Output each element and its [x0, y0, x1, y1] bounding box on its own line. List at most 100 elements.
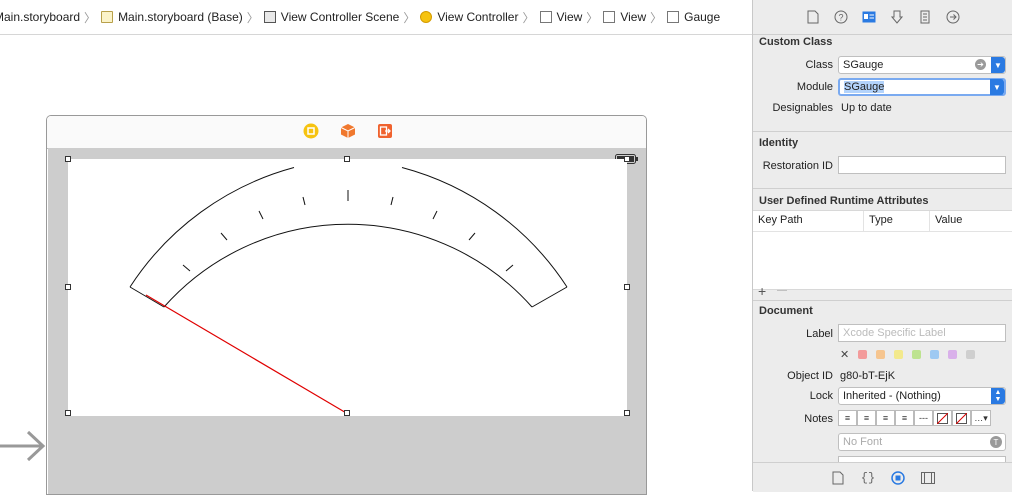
file-template-icon[interactable]: [830, 470, 846, 486]
background-color-icon[interactable]: [952, 410, 971, 426]
module-label: Module: [796, 81, 833, 93]
size-icon[interactable]: [917, 9, 933, 25]
align-left-icon[interactable]: ≡: [838, 410, 857, 426]
gauge-outer-arc-right: [401, 167, 568, 288]
class-combo-box[interactable]: SGauge ➔ ▼: [838, 56, 1006, 74]
chevron-right-icon: 〉: [403, 10, 416, 25]
gauge-needle: [145, 294, 349, 415]
breadcrumb-label: View Controller Scene: [280, 10, 400, 24]
custom-class-title: Custom Class: [759, 36, 833, 48]
font-field[interactable]: No Font T: [838, 433, 1006, 451]
module-combo-box[interactable]: SGauge ▼: [838, 78, 1006, 96]
file-icon[interactable]: [805, 9, 821, 25]
designables-label: Designables: [772, 102, 833, 114]
add-attribute-button[interactable]: +: [758, 283, 766, 299]
lock-label: Lock: [809, 390, 833, 402]
breadcrumb-item-view[interactable]: View: [539, 10, 583, 24]
divider: [753, 131, 1012, 132]
media-icon[interactable]: [920, 470, 936, 486]
align-right-icon[interactable]: ≡: [876, 410, 895, 426]
storyboard-doc-icon: [101, 11, 114, 23]
gauge-right-cap: [531, 286, 568, 308]
inspector-tabs: ?: [753, 0, 1012, 35]
swatch-blue[interactable]: [930, 350, 940, 359]
align-center-icon[interactable]: ≡: [857, 410, 876, 426]
more-options-icon[interactable]: …▾: [971, 410, 991, 426]
resize-handle-left[interactable]: [65, 284, 71, 290]
svg-text:?: ?: [838, 13, 843, 23]
align-justify-icon[interactable]: ≡: [895, 410, 914, 426]
connections-icon[interactable]: [945, 9, 961, 25]
chevron-down-icon[interactable]: ▼: [991, 57, 1005, 73]
gauge-drawing: [129, 167, 568, 415]
breadcrumb-item-storyboard[interactable]: Main.storyboard: [0, 10, 80, 24]
runtime-attributes-table[interactable]: Key Path Type Value: [753, 210, 1012, 290]
swatch-gray[interactable]: [966, 350, 976, 359]
breadcrumb-item-storyboard-base[interactable]: Main.storyboard (Base): [101, 10, 243, 24]
swatch-green[interactable]: [912, 350, 922, 359]
braces-icon[interactable]: {}: [860, 470, 876, 486]
chevron-updown-icon[interactable]: ▲ ▼: [991, 388, 1005, 404]
object-icon[interactable]: [890, 470, 906, 486]
label-color-swatches: ✕: [840, 348, 976, 361]
gauge-view[interactable]: [68, 159, 627, 416]
module-field-value: SGauge: [844, 81, 885, 93]
divider: [753, 188, 1012, 189]
exit-icon[interactable]: [377, 123, 393, 139]
breadcrumb-item-scene[interactable]: View Controller Scene: [263, 10, 400, 24]
resize-handle-top-left[interactable]: [65, 156, 71, 162]
clear-label-icon[interactable]: ✕: [840, 348, 849, 361]
view-controller-icon[interactable]: [303, 123, 319, 139]
view-controller-icon: [420, 11, 433, 23]
no-color-icon[interactable]: [933, 410, 952, 426]
view-controller-frame[interactable]: [46, 115, 647, 495]
lock-popup[interactable]: Inherited - (Nothing) ▲ ▼: [838, 387, 1006, 405]
swatch-red[interactable]: [858, 350, 868, 359]
root-view[interactable]: [48, 148, 646, 494]
class-label: Class: [805, 59, 833, 71]
restoration-id-field[interactable]: [838, 156, 1006, 174]
notes-label: Notes: [804, 413, 833, 425]
column-key-path[interactable]: Key Path: [758, 214, 803, 226]
breadcrumb-item-view-2[interactable]: View: [603, 10, 646, 24]
breadcrumb-item-view-controller[interactable]: View Controller: [420, 10, 518, 24]
column-type[interactable]: Type: [869, 214, 893, 226]
swatch-purple[interactable]: [948, 350, 958, 359]
help-icon[interactable]: ?: [833, 9, 849, 25]
breadcrumb-item-gauge[interactable]: Gauge: [667, 10, 720, 24]
xcode-label-field[interactable]: Xcode Specific Label: [838, 324, 1006, 342]
remove-attribute-button[interactable]: —: [777, 285, 787, 296]
font-picker-icon[interactable]: T: [990, 436, 1002, 448]
column-separator: [863, 211, 864, 231]
attributes-icon[interactable]: [889, 9, 905, 25]
first-responder-icon[interactable]: [340, 123, 356, 139]
restoration-id-label: Restoration ID: [762, 160, 833, 172]
resize-handle-bottom[interactable]: [344, 410, 350, 416]
jump-arrow-icon[interactable]: ➔: [975, 59, 986, 70]
chevron-down-icon[interactable]: ▼: [990, 79, 1004, 95]
resize-handle-right[interactable]: [624, 284, 630, 290]
lock-value: Inherited - (Nothing): [843, 390, 941, 402]
breadcrumb-label: View Controller: [437, 10, 519, 24]
gauge-inner-arc: [163, 223, 533, 308]
initial-view-controller-arrow-icon[interactable]: [0, 428, 48, 467]
identity-inspector: ? Custom Class Class SGauge ➔ ▼ Module S…: [752, 0, 1012, 492]
breadcrumb-label: View: [556, 10, 583, 24]
resize-handle-bottom-left[interactable]: [65, 410, 71, 416]
library-bar: {}: [753, 462, 1012, 492]
resize-handle-top-right[interactable]: [624, 156, 630, 162]
resize-handle-top[interactable]: [344, 156, 350, 162]
swatch-yellow[interactable]: [894, 350, 904, 359]
breadcrumb-label: View: [620, 10, 647, 24]
object-id-label: Object ID: [787, 370, 833, 382]
view-icon: [603, 11, 616, 23]
class-field-value: SGauge: [843, 59, 884, 71]
column-separator: [929, 211, 930, 231]
identity-icon[interactable]: [861, 9, 877, 25]
chevron-right-icon: 〉: [650, 10, 663, 25]
line-spacing-icon[interactable]: ---: [914, 410, 933, 426]
swatch-orange[interactable]: [876, 350, 886, 359]
column-value[interactable]: Value: [935, 214, 962, 226]
resize-handle-bottom-right[interactable]: [624, 410, 630, 416]
document-title: Document: [759, 305, 813, 317]
